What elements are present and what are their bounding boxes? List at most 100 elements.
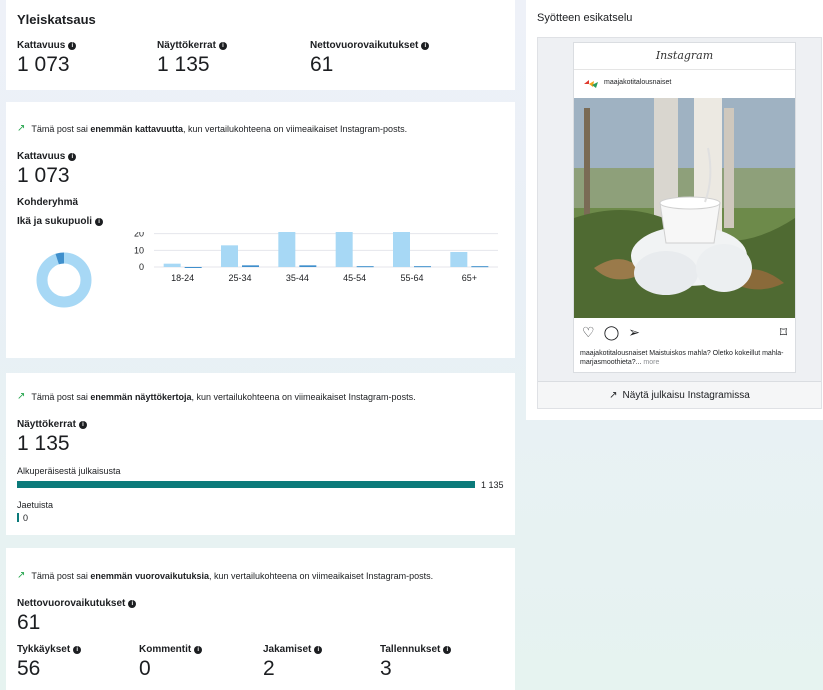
feed-preview-panel: Syötteen esikatselu Instagram maajakotit… xyxy=(526,0,823,420)
reach-detail-label: Kattavuus xyxy=(17,151,66,162)
info-icon[interactable]: i xyxy=(443,645,452,654)
bar-naiset-18-24 xyxy=(163,263,181,267)
likes-label: Tykkäykset xyxy=(17,644,71,655)
trend-up-icon: ↗ xyxy=(17,123,26,134)
note-text: Tämä post sai xyxy=(31,391,91,402)
info-icon[interactable]: i xyxy=(73,645,82,654)
interactions-card: ↗ Tämä post sai enemmän vuorovaikutuksia… xyxy=(6,548,515,690)
impressions-detail-metric: Näyttökerrat i 1 135 xyxy=(17,419,87,456)
instagram-logo: Instagram xyxy=(655,49,714,62)
bar-miehet-65+ xyxy=(471,266,489,268)
interactions-label: Nettovuorovaikutukset xyxy=(310,40,419,51)
likes-metric: Tykkäykset i 56 xyxy=(17,644,82,681)
shared-label: Jaetuista xyxy=(17,500,54,510)
bar-miehet-18-24 xyxy=(184,267,202,268)
info-icon[interactable]: i xyxy=(421,41,430,50)
interactions-detail-metric: Nettovuorovaikutukset i 61 xyxy=(17,598,137,635)
overview-title: Yleiskatsaus xyxy=(17,12,96,27)
bar-miehet-55-64 xyxy=(414,266,431,268)
original-value: 1 135 xyxy=(481,480,504,490)
impressions-label: Näyttökerrat xyxy=(157,40,216,51)
gender-donut xyxy=(36,252,92,308)
note-text: , kun vertailukohteena on viimeaikaiset … xyxy=(208,570,434,581)
impressions-detail-value: 1 135 xyxy=(17,432,70,455)
bar-miehet-25-34 xyxy=(242,265,259,267)
overview-card: Yleiskatsaus Kattavuus i 1 073 Näyttökerr… xyxy=(6,0,515,90)
donut-slice-naiset xyxy=(36,252,92,308)
reach-detail-metric: Kattavuus i 1 073 xyxy=(17,151,77,188)
note-text: Tämä post sai xyxy=(31,570,91,581)
trend-up-icon: ↗ xyxy=(17,570,26,581)
impressions-card: ↗ Tämä post sai enemmän näyttökertoja, k… xyxy=(6,373,515,535)
reach-metric: Kattavuus i 1 073 xyxy=(17,40,77,77)
interactions-note: ↗ Tämä post sai enemmän vuorovaikutuksia… xyxy=(17,570,433,581)
bar-naiset-55-64 xyxy=(393,232,410,267)
original-bar xyxy=(17,481,475,488)
info-icon[interactable]: i xyxy=(95,217,104,226)
instagram-post: Instagram maajakotitalousnaiset ♡ ◯ ➢ ⌑ … xyxy=(573,42,796,373)
trend-up-icon: ↗ xyxy=(17,391,26,402)
bar-miehet-45-54 xyxy=(356,266,374,268)
likes-value: 56 xyxy=(17,657,41,680)
x-tick-label: 35-44 xyxy=(286,273,309,283)
heart-icon[interactable]: ♡ xyxy=(582,324,595,341)
bar-naiset-35-44 xyxy=(278,232,296,267)
note-text: , kun vertailukohteena on viimeaikaiset … xyxy=(191,391,416,402)
share-icon[interactable]: ➢ xyxy=(628,324,640,341)
reach-card: ↗ Tämä post sai enemmän kattavuutta, kun… xyxy=(6,102,515,358)
view-on-instagram-label: Näytä julkaisu Instagramissa xyxy=(622,389,750,401)
bar-naiset-45-54 xyxy=(335,232,353,267)
reach-label: Kattavuus xyxy=(17,40,66,51)
x-tick-label: 25-34 xyxy=(228,273,251,283)
feed-preview-title: Syötteen esikatselu xyxy=(537,12,633,24)
note-bold: enemmän vuorovaikutuksia xyxy=(90,570,209,581)
shares-label: Jakamiset xyxy=(263,644,312,655)
comments-label: Kommentit xyxy=(139,644,192,655)
interactions-metric: Nettovuorovaikutukset i 61 xyxy=(310,40,430,77)
external-link-icon: ↗ xyxy=(609,389,618,401)
shares-value: 2 xyxy=(263,657,275,680)
shared-value: 0 xyxy=(23,513,29,523)
audience-title: Kohderyhmä xyxy=(17,197,79,208)
post-actions: ♡ ◯ ➢ xyxy=(582,324,640,341)
info-icon[interactable]: i xyxy=(78,420,87,429)
info-icon[interactable]: i xyxy=(68,152,77,161)
shared-bar xyxy=(17,513,19,522)
reach-note: ↗ Tämä post sai enemmän kattavuutta, kun… xyxy=(17,123,407,134)
note-text: Tämä post sai xyxy=(31,123,91,134)
interactions-value: 61 xyxy=(310,53,334,76)
impressions-detail-label: Näyttökerrat xyxy=(17,419,76,430)
x-tick-label: 65+ xyxy=(462,273,477,283)
info-icon[interactable]: i xyxy=(128,599,137,608)
impressions-note: ↗ Tämä post sai enemmän näyttökertoja, k… xyxy=(17,391,416,402)
comments-value: 0 xyxy=(139,657,151,680)
post-caption: maajakotitalousnaiset Maistuiskos mahla?… xyxy=(580,349,790,367)
info-icon[interactable]: i xyxy=(194,645,203,654)
caption-user: maajakotitalousnaiset xyxy=(580,350,648,357)
y-tick-label: 10 xyxy=(134,245,144,255)
info-icon[interactable]: i xyxy=(218,41,227,50)
saves-label: Tallennukset xyxy=(380,644,441,655)
divider xyxy=(574,69,795,70)
impressions-value: 1 135 xyxy=(157,53,210,76)
impressions-metric: Näyttökerrat i 1 135 xyxy=(157,40,227,77)
info-icon[interactable]: i xyxy=(68,41,77,50)
post-username[interactable]: maajakotitalousnaiset xyxy=(604,79,671,86)
y-tick-label: 20 xyxy=(134,232,144,239)
bookmark-icon[interactable]: ⌑ xyxy=(780,324,787,341)
info-icon[interactable]: i xyxy=(314,645,323,654)
age-gender-chart: 18-2425-3435-4445-5455-6465+ 0102030 Nai… xyxy=(36,232,498,308)
post-photo xyxy=(574,98,795,318)
bar-miehet-35-44 xyxy=(299,265,317,267)
x-tick-label: 45-54 xyxy=(343,273,366,283)
x-tick-label: 18-24 xyxy=(171,273,194,283)
interactions-detail-label: Nettovuorovaikutukset xyxy=(17,598,126,609)
caption-more-link[interactable]: more xyxy=(641,359,659,366)
view-on-instagram-button[interactable]: ↗ Näytä julkaisu Instagramissa xyxy=(538,381,821,408)
original-label: Alkuperäisestä julkaisusta xyxy=(17,466,121,476)
shares-metric: Jakamiset i 2 xyxy=(263,644,323,681)
comments-metric: Kommentit i 0 xyxy=(139,644,203,681)
reach-detail-value: 1 073 xyxy=(17,164,70,187)
comment-icon[interactable]: ◯ xyxy=(604,324,620,341)
age-gender-title: Ikä ja sukupuoli xyxy=(17,216,93,227)
